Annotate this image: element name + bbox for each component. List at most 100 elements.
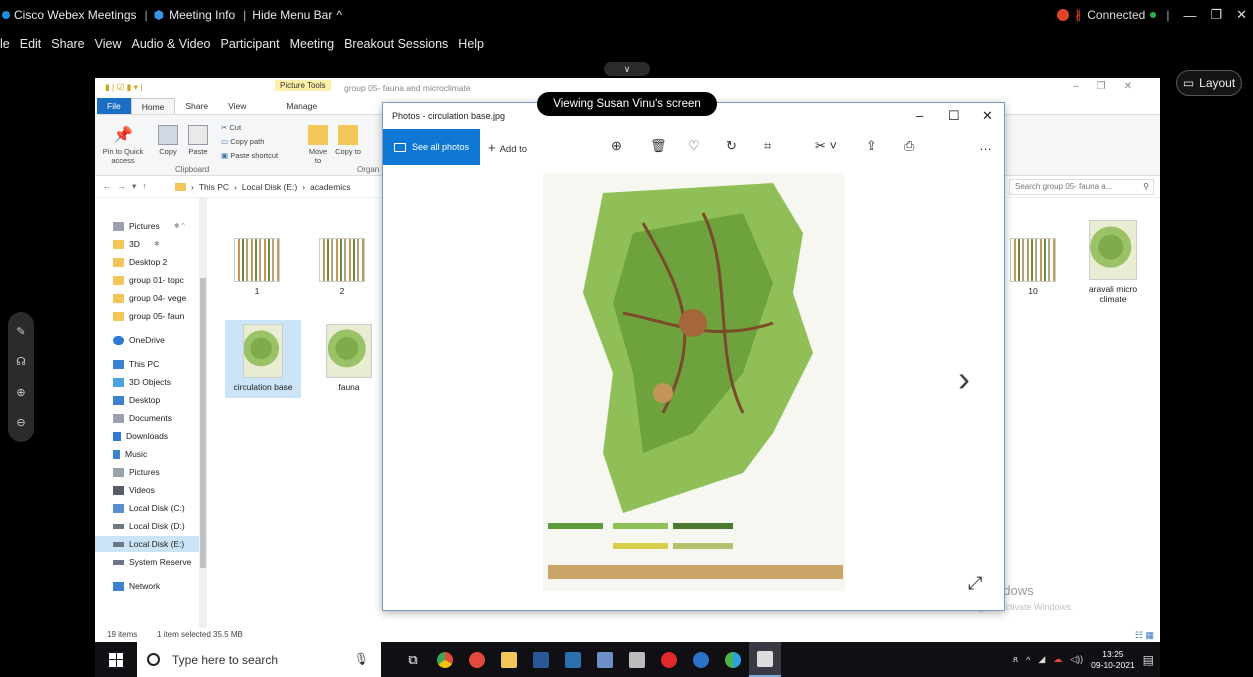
task-view-icon[interactable]: ⧉ — [397, 642, 429, 677]
nav-item-desktop[interactable]: Desktop — [113, 392, 160, 408]
nav-item-local-disk-e[interactable]: Local Disk (E:) — [95, 536, 203, 552]
zoom-out-icon[interactable]: ⊖ — [16, 416, 25, 429]
pin-to-quick-access-button[interactable]: 📌 Pin to Quick access — [99, 125, 147, 165]
network-icon[interactable]: ◢ — [1038, 654, 1045, 665]
start-button[interactable] — [95, 642, 137, 677]
taskbar-search-input[interactable]: Type here to search 🎙 — [137, 642, 381, 677]
meeting-info-button[interactable]: ⬢ Meeting Info — [154, 8, 236, 22]
copy-button[interactable]: Copy — [155, 125, 181, 156]
opera-icon[interactable] — [653, 642, 685, 677]
paste-button[interactable]: Paste — [185, 125, 211, 156]
breadcrumb-this-pc[interactable]: This PC — [199, 182, 229, 192]
nav-item-onedrive[interactable]: OneDrive — [113, 332, 165, 348]
onedrive-icon[interactable]: ☁ — [1053, 654, 1062, 665]
minimize-button[interactable]: — — [1183, 8, 1196, 23]
people-icon[interactable]: ጸ — [1013, 654, 1018, 665]
breadcrumb-local-disk-e[interactable]: Local Disk (E:) — [242, 182, 297, 192]
tab-view[interactable]: View — [218, 98, 256, 114]
collapse-chevron-icon[interactable]: ∨ — [604, 62, 650, 76]
nav-item-group-01[interactable]: group 01- topc — [113, 272, 184, 288]
breadcrumb-academics[interactable]: academics — [310, 182, 351, 192]
file-item[interactable]: 10 — [995, 238, 1071, 296]
menu-meeting[interactable]: Meeting — [290, 37, 334, 51]
nav-item-3d[interactable]: 3D ✱ — [113, 236, 160, 252]
chevron-up-icon[interactable]: ^ — [1026, 655, 1030, 665]
zoom-icon[interactable]: ⊕ — [611, 138, 622, 154]
chrome-icon[interactable] — [429, 642, 461, 677]
nav-item-this-pc[interactable]: This PC — [113, 356, 159, 372]
nav-item-local-disk-c[interactable]: Local Disk (C:) — [113, 500, 185, 516]
nav-item-music[interactable]: Music — [113, 446, 147, 462]
photoshop-icon[interactable] — [557, 642, 589, 677]
file-explorer-icon[interactable] — [493, 642, 525, 677]
zoom-in-icon[interactable]: ⊕ — [16, 386, 25, 399]
copy-path-button[interactable]: ▭ Copy path — [221, 137, 291, 146]
next-photo-arrow-icon[interactable]: › — [958, 358, 970, 400]
delete-icon[interactable]: 🗑 — [650, 138, 667, 154]
nav-item-documents[interactable]: Documents — [113, 410, 172, 426]
layout-button[interactable]: ▭ Layout — [1176, 70, 1242, 96]
nav-item-system-reserved[interactable]: System Reserve — [113, 554, 191, 570]
nav-item-network[interactable]: Network — [113, 578, 160, 594]
tab-manage[interactable]: Manage — [276, 98, 327, 114]
file-item[interactable]: 2 — [304, 238, 380, 296]
menu-participant[interactable]: Participant — [221, 37, 280, 51]
volume-icon[interactable]: ◁)) — [1070, 654, 1083, 665]
annotate-icon[interactable]: ✎ — [16, 325, 25, 338]
file-item[interactable]: aravali micro climate — [1075, 220, 1151, 304]
cut-button[interactable]: ✂ Cut — [221, 123, 291, 132]
notifications-icon[interactable]: ▤ — [1143, 653, 1154, 667]
remote-control-icon[interactable]: ☊ — [16, 355, 26, 368]
scrollbar-thumb[interactable] — [200, 278, 206, 568]
file-item[interactable]: fauna — [311, 324, 387, 392]
view-toggle-icons[interactable]: ☷ ▦ — [1135, 630, 1154, 641]
muted-mic-icon[interactable]: ∦ — [1075, 8, 1081, 22]
close-button[interactable]: ✕ — [982, 108, 993, 124]
clock[interactable]: 13:25 09-10-2021 — [1091, 649, 1134, 671]
nav-arrows-icon[interactable]: ←→▾↑ — [103, 181, 153, 192]
menu-file[interactable]: le — [0, 37, 10, 51]
add-to-button[interactable]: + Add to — [488, 140, 527, 155]
menu-share[interactable]: Share — [51, 37, 84, 51]
print-icon[interactable]: ⎙ — [904, 138, 914, 154]
edit-create-icon[interactable]: ✂ ˅ — [815, 138, 837, 154]
app-icon[interactable] — [589, 642, 621, 677]
menu-breakout-sessions[interactable]: Breakout Sessions — [344, 37, 448, 51]
share-icon[interactable]: ⇪ — [866, 138, 877, 154]
restore-button[interactable]: ❐ — [1210, 7, 1222, 23]
quick-access-toolbar-icon[interactable]: ▮ | ☑ ▮ ▾ | — [105, 82, 142, 93]
tab-file[interactable]: File — [97, 98, 131, 114]
minimize-button[interactable]: – — [916, 108, 923, 123]
nav-item-group-04[interactable]: group 04- vege — [113, 290, 186, 306]
microphone-icon[interactable]: 🎙 — [354, 652, 369, 666]
crop-icon[interactable]: ⌗ — [764, 138, 771, 154]
see-all-photos-button[interactable]: See all photos — [383, 129, 480, 165]
webex-icon[interactable] — [717, 642, 749, 677]
nav-item-pictures-pinned[interactable]: Pictures ✱ ^ — [113, 218, 185, 234]
maximize-button[interactable]: ☐ — [948, 108, 960, 124]
file-item[interactable]: 1 — [219, 238, 295, 296]
move-to-button[interactable]: Move to — [305, 125, 331, 165]
menu-help[interactable]: Help — [458, 37, 484, 51]
expand-icon[interactable]: ⤢ — [968, 573, 982, 594]
word-icon[interactable] — [525, 642, 557, 677]
explorer-window-controls[interactable]: –❐✕ — [1073, 81, 1150, 92]
hide-menu-bar-button[interactable]: Hide Menu Bar ^ — [252, 8, 342, 22]
menu-audio-video[interactable]: Audio & Video — [132, 37, 211, 51]
photos-icon[interactable] — [749, 642, 781, 677]
nav-item-group-05[interactable]: group 05- faun — [113, 308, 184, 324]
explorer-search-input[interactable]: Search group 05- fauna a... ⚲ — [1009, 179, 1154, 195]
paste-shortcut-button[interactable]: ▣ Paste shortcut — [221, 151, 301, 160]
nav-pane-scrollbar[interactable] — [199, 198, 207, 628]
nav-item-videos[interactable]: Videos — [113, 482, 155, 498]
menu-edit[interactable]: Edit — [20, 37, 42, 51]
tab-home[interactable]: Home — [130, 98, 176, 114]
file-item-selected[interactable]: circulation base — [225, 320, 301, 398]
menu-view[interactable]: View — [95, 37, 122, 51]
nav-item-3d-objects[interactable]: 3D Objects — [113, 374, 171, 390]
heart-icon[interactable]: ♡ — [688, 138, 700, 154]
calculator-icon[interactable] — [621, 642, 653, 677]
close-button[interactable]: ✕ — [1236, 7, 1247, 23]
rotate-icon[interactable]: ↻ — [726, 138, 737, 154]
app-icon[interactable] — [685, 642, 717, 677]
